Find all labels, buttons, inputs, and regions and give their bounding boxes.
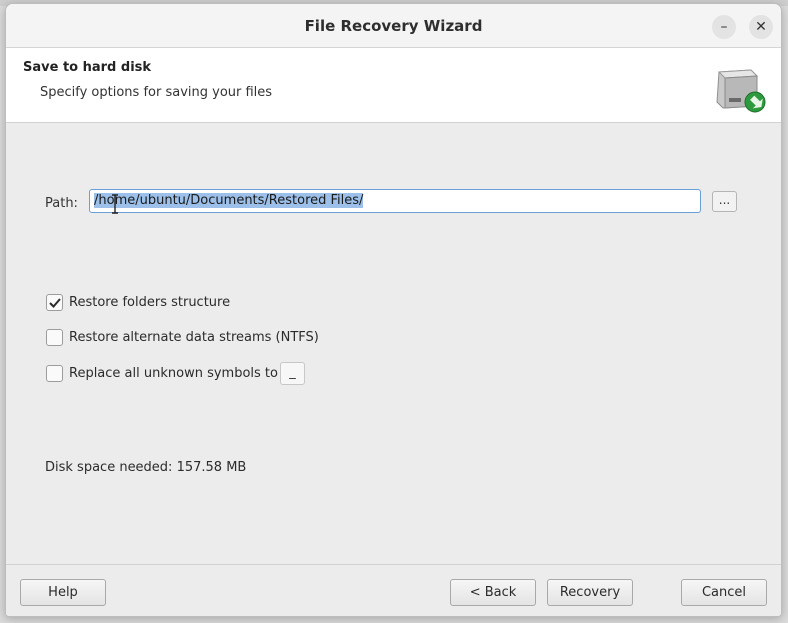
wizard-content: Path: /home/ubuntu/Documents/Restored Fi… [6, 124, 781, 564]
restore-folders-checkbox[interactable] [46, 293, 63, 311]
recovery-button[interactable]: Recovery [547, 579, 633, 606]
path-label: Path: [45, 196, 78, 211]
option-restore-folders[interactable]: Restore folders structure [46, 292, 230, 312]
minimize-button[interactable]: – [712, 15, 736, 39]
replace-symbols-label: Replace all unknown symbols to [69, 365, 278, 381]
text-cursor-icon [112, 194, 118, 214]
option-restore-streams[interactable]: Restore alternate data streams (NTFS) [46, 327, 319, 347]
close-button[interactable]: ✕ [749, 15, 773, 39]
hard-disk-save-icon [716, 69, 766, 113]
wizard-window: File Recovery Wizard – ✕ Save to hard di… [5, 3, 782, 617]
path-input[interactable]: /home/ubuntu/Documents/Restored Files/ [89, 189, 701, 213]
replace-symbol-input[interactable]: _ [280, 362, 305, 385]
restore-folders-label: Restore folders structure [69, 294, 231, 310]
back-button[interactable]: < Back [450, 579, 536, 606]
path-input-value: /home/ubuntu/Documents/Restored Files/ [94, 193, 364, 208]
window-title: File Recovery Wizard [304, 17, 483, 35]
checkmark-icon [49, 297, 61, 308]
restore-streams-checkbox[interactable] [46, 328, 63, 346]
titlebar: File Recovery Wizard – ✕ [6, 4, 781, 48]
restore-streams-label: Restore alternate data streams (NTFS) [69, 329, 319, 345]
close-icon: ✕ [755, 19, 767, 35]
replace-symbols-checkbox[interactable] [46, 364, 63, 382]
help-button[interactable]: Help [20, 579, 106, 606]
disk-space-needed: Disk space needed: 157.58 MB [45, 460, 247, 475]
wizard-header: Save to hard disk Specify options for sa… [6, 48, 781, 123]
page-title: Save to hard disk [23, 60, 152, 75]
cancel-button[interactable]: Cancel [681, 579, 767, 606]
option-replace-symbols[interactable]: Replace all unknown symbols to [46, 363, 278, 383]
browse-button[interactable]: ... [712, 191, 737, 212]
wizard-footer: Help < Back Recovery Cancel [6, 564, 781, 616]
page-subtitle: Specify options for saving your files [40, 85, 273, 100]
minimize-icon: – [720, 19, 728, 35]
